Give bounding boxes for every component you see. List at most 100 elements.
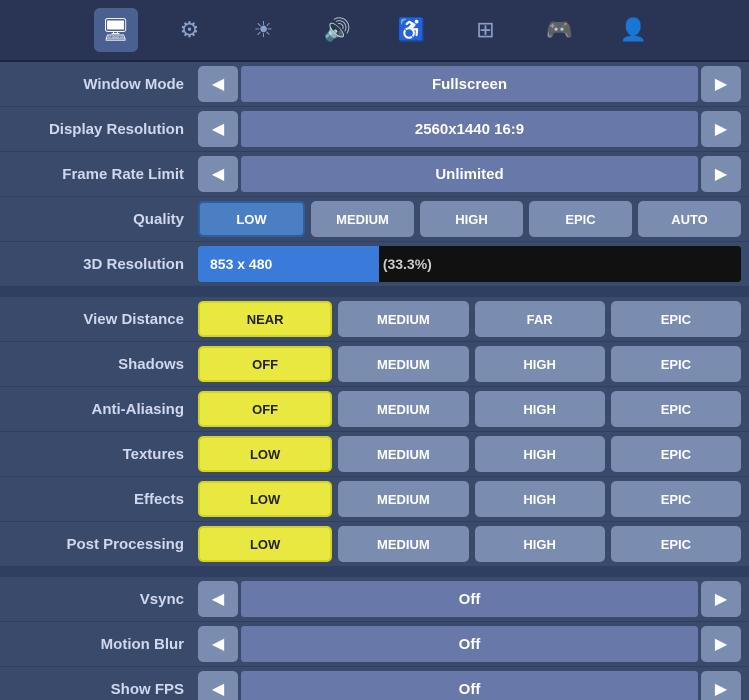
show-fps-right-arrow[interactable]: ▶	[701, 671, 741, 700]
gear-icon[interactable]: ⚙	[168, 8, 212, 52]
resolution-3d-fill: 853 x 480	[198, 246, 379, 282]
top-navigation: 🖥 ⚙ ☀ 🔊 ♿ ⊞ 🎮 👤	[0, 0, 749, 62]
motion-blur-row: Motion Blur ◀ Off ▶	[0, 622, 749, 667]
anti-aliasing-row: Anti-Aliasing OFF MEDIUM HIGH EPIC	[0, 387, 749, 432]
section-gap-2	[0, 567, 749, 577]
anti-aliasing-button-group: OFF MEDIUM HIGH EPIC	[198, 391, 741, 427]
textures-button-group: LOW MEDIUM HIGH EPIC	[198, 436, 741, 472]
shadows-medium-button[interactable]: MEDIUM	[338, 346, 468, 382]
quality-high-button[interactable]: HIGH	[420, 201, 523, 237]
quality-label: Quality	[8, 211, 198, 228]
gamepad-icon[interactable]: 🎮	[538, 8, 582, 52]
display-resolution-value: 2560x1440 16:9	[241, 111, 698, 147]
effects-medium-button[interactable]: MEDIUM	[338, 481, 468, 517]
frame-rate-limit-row: Frame Rate Limit ◀ Unlimited ▶	[0, 152, 749, 197]
view-distance-label: View Distance	[8, 311, 198, 328]
vsync-value: Off	[241, 581, 698, 617]
quality-epic-button[interactable]: EPIC	[529, 201, 632, 237]
resolution-3d-row: 3D Resolution 853 x 480 (33.3%)	[0, 242, 749, 287]
effects-label: Effects	[8, 491, 198, 508]
effects-low-button[interactable]: LOW	[198, 481, 332, 517]
window-mode-value: Fullscreen	[241, 66, 698, 102]
anti-aliasing-high-button[interactable]: HIGH	[475, 391, 605, 427]
shadows-high-button[interactable]: HIGH	[475, 346, 605, 382]
motion-blur-value: Off	[241, 626, 698, 662]
display-resolution-left-arrow[interactable]: ◀	[198, 111, 238, 147]
frame-rate-limit-label: Frame Rate Limit	[8, 166, 198, 183]
textures-epic-button[interactable]: EPIC	[611, 436, 741, 472]
view-distance-medium-button[interactable]: MEDIUM	[338, 301, 468, 337]
brightness-icon[interactable]: ☀	[242, 8, 286, 52]
shadows-label: Shadows	[8, 356, 198, 373]
resolution-3d-rest-text: (33.3%)	[379, 256, 432, 272]
quality-medium-button[interactable]: MEDIUM	[311, 201, 414, 237]
resolution-3d-label: 3D Resolution	[8, 256, 198, 273]
motion-blur-control: ◀ Off ▶	[198, 626, 741, 662]
view-distance-button-group: NEAR MEDIUM FAR EPIC	[198, 301, 741, 337]
show-fps-control: ◀ Off ▶	[198, 671, 741, 700]
post-processing-medium-button[interactable]: MEDIUM	[338, 526, 468, 562]
show-fps-value: Off	[241, 671, 698, 700]
display-resolution-row: Display Resolution ◀ 2560x1440 16:9 ▶	[0, 107, 749, 152]
vsync-right-arrow[interactable]: ▶	[701, 581, 741, 617]
anti-aliasing-epic-button[interactable]: EPIC	[611, 391, 741, 427]
textures-low-button[interactable]: LOW	[198, 436, 332, 472]
window-mode-row: Window Mode ◀ Fullscreen ▶	[0, 62, 749, 107]
post-processing-button-group: LOW MEDIUM HIGH EPIC	[198, 526, 741, 562]
shadows-button-group: OFF MEDIUM HIGH EPIC	[198, 346, 741, 382]
post-processing-epic-button[interactable]: EPIC	[611, 526, 741, 562]
vsync-label: Vsync	[8, 591, 198, 608]
display-resolution-right-arrow[interactable]: ▶	[701, 111, 741, 147]
show-fps-row: Show FPS ◀ Off ▶	[0, 667, 749, 700]
view-distance-far-button[interactable]: FAR	[475, 301, 605, 337]
shadows-epic-button[interactable]: EPIC	[611, 346, 741, 382]
view-distance-row: View Distance NEAR MEDIUM FAR EPIC	[0, 297, 749, 342]
section-gap-1	[0, 287, 749, 297]
window-mode-control: ◀ Fullscreen ▶	[198, 66, 741, 102]
anti-aliasing-off-button[interactable]: OFF	[198, 391, 332, 427]
post-processing-high-button[interactable]: HIGH	[475, 526, 605, 562]
window-mode-right-arrow[interactable]: ▶	[701, 66, 741, 102]
textures-label: Textures	[8, 446, 198, 463]
shadows-off-button[interactable]: OFF	[198, 346, 332, 382]
window-mode-label: Window Mode	[8, 76, 198, 93]
network-icon[interactable]: ⊞	[464, 8, 508, 52]
textures-high-button[interactable]: HIGH	[475, 436, 605, 472]
post-processing-row: Post Processing LOW MEDIUM HIGH EPIC	[0, 522, 749, 567]
vsync-left-arrow[interactable]: ◀	[198, 581, 238, 617]
effects-epic-button[interactable]: EPIC	[611, 481, 741, 517]
view-distance-near-button[interactable]: NEAR	[198, 301, 332, 337]
effects-row: Effects LOW MEDIUM HIGH EPIC	[0, 477, 749, 522]
accessibility-icon[interactable]: ♿	[390, 8, 434, 52]
effects-high-button[interactable]: HIGH	[475, 481, 605, 517]
window-mode-left-arrow[interactable]: ◀	[198, 66, 238, 102]
effects-button-group: LOW MEDIUM HIGH EPIC	[198, 481, 741, 517]
display-resolution-label: Display Resolution	[8, 121, 198, 138]
vsync-row: Vsync ◀ Off ▶	[0, 577, 749, 622]
view-distance-epic-button[interactable]: EPIC	[611, 301, 741, 337]
quality-low-button[interactable]: LOW	[198, 201, 305, 237]
anti-aliasing-medium-button[interactable]: MEDIUM	[338, 391, 468, 427]
post-processing-label: Post Processing	[8, 536, 198, 553]
profile-icon[interactable]: 👤	[612, 8, 656, 52]
show-fps-left-arrow[interactable]: ◀	[198, 671, 238, 700]
vsync-control: ◀ Off ▶	[198, 581, 741, 617]
frame-rate-limit-value: Unlimited	[241, 156, 698, 192]
anti-aliasing-label: Anti-Aliasing	[8, 401, 198, 418]
quality-row: Quality LOW MEDIUM HIGH EPIC AUTO	[0, 197, 749, 242]
resolution-3d-fill-text: 853 x 480	[206, 256, 272, 272]
textures-medium-button[interactable]: MEDIUM	[338, 436, 468, 472]
motion-blur-right-arrow[interactable]: ▶	[701, 626, 741, 662]
monitor-icon[interactable]: 🖥	[94, 8, 138, 52]
textures-row: Textures LOW MEDIUM HIGH EPIC	[0, 432, 749, 477]
display-resolution-control: ◀ 2560x1440 16:9 ▶	[198, 111, 741, 147]
audio-icon[interactable]: 🔊	[316, 8, 360, 52]
settings-content: Window Mode ◀ Fullscreen ▶ Display Resol…	[0, 62, 749, 700]
post-processing-low-button[interactable]: LOW	[198, 526, 332, 562]
motion-blur-left-arrow[interactable]: ◀	[198, 626, 238, 662]
show-fps-label: Show FPS	[8, 681, 198, 698]
frame-rate-limit-control: ◀ Unlimited ▶	[198, 156, 741, 192]
quality-auto-button[interactable]: AUTO	[638, 201, 741, 237]
frame-rate-limit-right-arrow[interactable]: ▶	[701, 156, 741, 192]
frame-rate-limit-left-arrow[interactable]: ◀	[198, 156, 238, 192]
